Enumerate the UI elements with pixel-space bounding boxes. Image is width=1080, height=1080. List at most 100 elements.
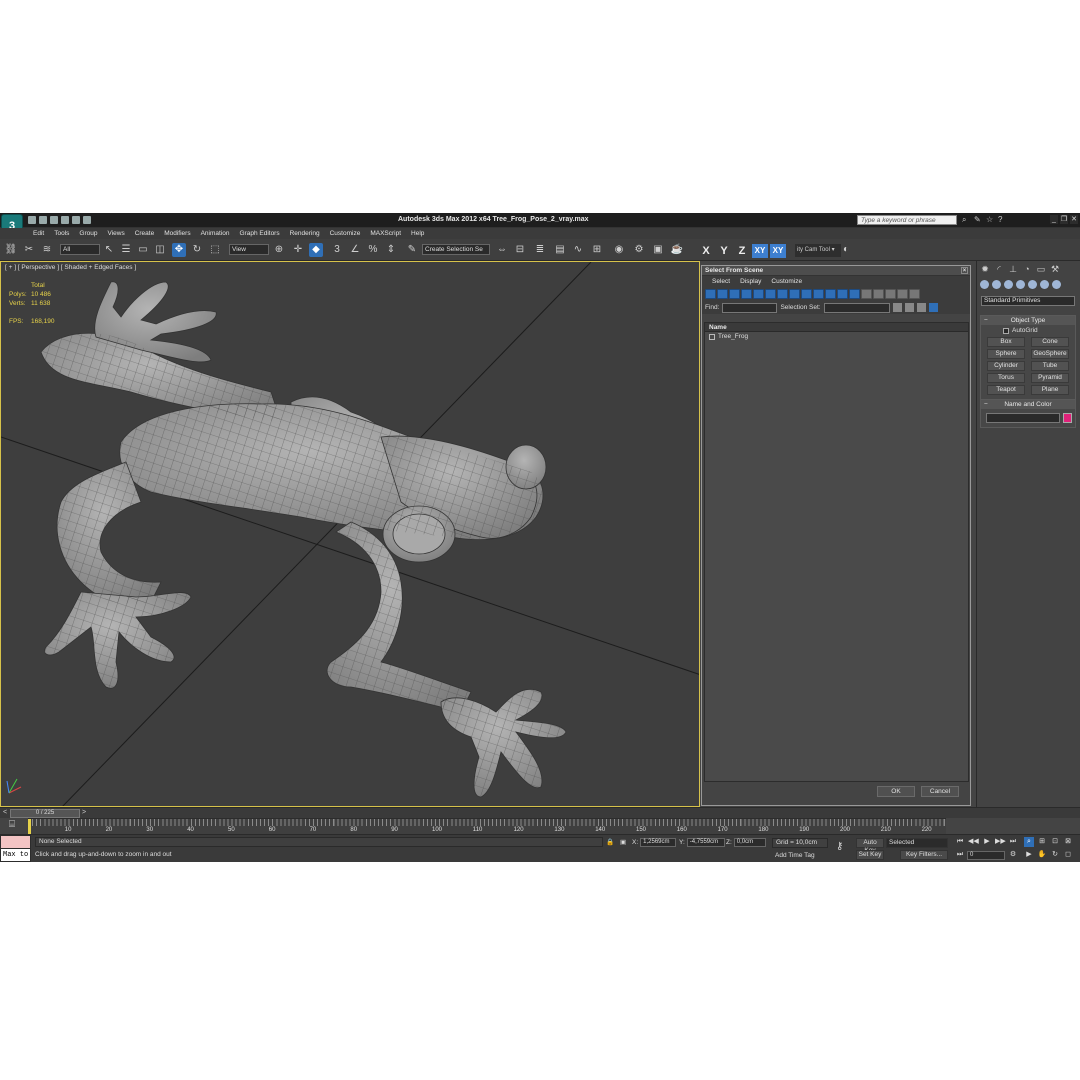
undo-icon[interactable] xyxy=(61,216,69,224)
save-file-icon[interactable] xyxy=(50,216,58,224)
display-shapes-icon[interactable] xyxy=(717,289,728,299)
shapes-icon[interactable] xyxy=(992,280,1001,289)
percent-snap-icon[interactable]: % xyxy=(366,243,380,257)
menu-graph-editors[interactable]: Graph Editors xyxy=(235,228,285,239)
restrict-xy-button[interactable]: XY xyxy=(752,244,768,258)
vray-icon[interactable]: ◐ xyxy=(839,243,853,257)
key-mode-toggle-icon[interactable]: ⏭ xyxy=(955,850,965,860)
ok-button[interactable]: OK xyxy=(877,786,915,797)
dialog-menu-select[interactable]: Select xyxy=(712,276,730,287)
redo-icon[interactable] xyxy=(72,216,80,224)
display-hidden-icon[interactable] xyxy=(837,289,848,299)
name-and-color-rollout-header[interactable]: − Name and Color xyxy=(981,400,1075,409)
current-frame-marker[interactable] xyxy=(28,819,31,835)
key-set-dropdown[interactable]: Selected xyxy=(886,838,948,848)
x-coordinate-field[interactable]: 1,2569cm xyxy=(640,838,677,847)
mini-curve-editor-icon[interactable]: ⌸ xyxy=(3,819,21,833)
cameras-icon[interactable] xyxy=(1016,280,1025,289)
restrict-x-button[interactable]: X xyxy=(698,244,714,258)
scene-object-list[interactable]: Name Tree_Frog xyxy=(704,322,969,782)
named-selection-set-dropdown[interactable]: Create Selection Se xyxy=(422,244,490,255)
select-move-icon[interactable]: ✥ xyxy=(172,243,186,257)
set-key-button[interactable]: Set Key xyxy=(856,850,884,860)
teapot-button[interactable]: Teapot xyxy=(987,385,1025,395)
angle-snap-icon[interactable]: ∠ xyxy=(348,243,362,257)
zoom-extents-all-icon[interactable]: ⊠ xyxy=(1063,837,1073,847)
rendered-frame-window-icon[interactable]: ▣ xyxy=(651,243,665,257)
play-icon[interactable]: ▶ xyxy=(982,837,992,847)
find-input[interactable] xyxy=(722,302,778,313)
restrict-plane-button[interactable]: XY xyxy=(770,244,786,258)
time-configuration-icon[interactable]: ⚙ xyxy=(1008,850,1018,860)
motion-tab-icon[interactable]: ◔ xyxy=(1022,264,1032,274)
cone-button[interactable]: Cone xyxy=(1031,337,1069,347)
utilities-tab-icon[interactable]: ⚒ xyxy=(1050,264,1060,274)
modify-tab-icon[interactable]: ◜ xyxy=(994,264,1004,274)
bind-space-warp-icon[interactable]: ≋ xyxy=(40,243,54,257)
menu-animation[interactable]: Animation xyxy=(196,228,235,239)
time-slider-thumb[interactable]: 0 / 225 xyxy=(10,809,80,818)
track-bar[interactable]: 10 20 30 40 50 60 70 80 90 100 110 120 130 140 150 160 1… xyxy=(28,818,946,835)
display-all-icon[interactable] xyxy=(849,289,860,299)
key-mode-icon[interactable]: ⚷ xyxy=(836,841,843,852)
key-filters-button[interactable]: Key Filters... xyxy=(900,850,948,860)
select-invert-icon[interactable] xyxy=(885,289,896,299)
z-coordinate-field[interactable]: 0,0cm xyxy=(733,838,766,847)
menu-edit[interactable]: Edit xyxy=(28,228,49,239)
menu-create[interactable]: Create xyxy=(130,228,160,239)
object-category-dropdown[interactable]: Standard Primitives xyxy=(981,296,1075,306)
menu-maxscript[interactable]: MAXScript xyxy=(365,228,406,239)
reference-coordinate-dropdown[interactable]: View xyxy=(229,244,269,255)
object-type-rollout-header[interactable]: − Object Type xyxy=(981,316,1075,325)
add-time-tag[interactable]: Add Time Tag xyxy=(775,852,815,859)
pan-view-icon[interactable]: ✋ xyxy=(1037,850,1047,860)
select-all-icon[interactable] xyxy=(861,289,872,299)
go-to-start-icon[interactable]: ⏮ xyxy=(955,837,965,847)
go-to-end-icon[interactable]: ⏭ xyxy=(1008,837,1018,847)
help-icon[interactable]: ? xyxy=(998,216,1006,224)
select-rotate-icon[interactable]: ↻ xyxy=(190,243,204,257)
zoom-all-icon[interactable]: ⊞ xyxy=(1037,837,1047,847)
time-slider[interactable]: < 0 / 225 > xyxy=(0,807,1080,818)
torus-button[interactable]: Torus xyxy=(987,373,1025,383)
geometry-icon[interactable] xyxy=(980,280,989,289)
graphite-ribbon-icon[interactable]: ▤ xyxy=(553,243,567,257)
pivot-center-icon[interactable]: ⊕ xyxy=(272,243,286,257)
select-object-icon[interactable]: ↖ xyxy=(102,243,116,257)
space-warps-icon[interactable] xyxy=(1040,280,1049,289)
display-space-warps-icon[interactable] xyxy=(765,289,776,299)
restrict-z-button[interactable]: Z xyxy=(734,244,750,258)
y-coordinate-field[interactable]: -4,7559cm xyxy=(686,838,725,847)
box-button[interactable]: Box xyxy=(987,337,1025,347)
dialog-extra-icon[interactable] xyxy=(928,303,938,312)
tree-frog-model[interactable] xyxy=(1,262,700,807)
select-by-name-icon[interactable]: ☰ xyxy=(119,243,133,257)
display-xrefs-icon[interactable] xyxy=(789,289,800,299)
dialog-menu-customize[interactable]: Customize xyxy=(771,276,802,287)
previous-frame-icon[interactable]: ◀◀ xyxy=(968,837,979,847)
geosphere-button[interactable]: GeoSphere xyxy=(1031,349,1069,359)
menu-tools[interactable]: Tools xyxy=(49,228,74,239)
hierarchy-tab-icon[interactable]: ⊥ xyxy=(1008,264,1018,274)
hierarchy-icon[interactable] xyxy=(904,303,914,312)
edit-named-selection-icon[interactable]: ✎ xyxy=(405,243,419,257)
selection-set-dropdown[interactable] xyxy=(823,302,890,313)
render-production-icon[interactable]: ☕ xyxy=(670,243,684,257)
link-icon[interactable]: ⛓ xyxy=(4,243,18,257)
keyboard-shortcut-override-icon[interactable]: ◆ xyxy=(309,243,323,257)
render-setup-icon[interactable]: ⚙ xyxy=(632,243,646,257)
favorites-icon[interactable]: ☆ xyxy=(986,216,994,224)
name-column-header[interactable]: Name xyxy=(705,323,968,332)
select-scale-icon[interactable]: ⬚ xyxy=(208,243,222,257)
spinner-snap-icon[interactable]: ⇕ xyxy=(384,243,398,257)
lights-icon[interactable] xyxy=(1004,280,1013,289)
display-groups-icon[interactable] xyxy=(777,289,788,299)
mirror-icon[interactable]: ⇔ xyxy=(495,243,509,257)
zoom-extents-icon[interactable]: ⊡ xyxy=(1050,837,1060,847)
maxscript-output[interactable] xyxy=(1,836,30,848)
schematic-view-icon[interactable]: ⊞ xyxy=(590,243,604,257)
pyramid-button[interactable]: Pyramid xyxy=(1031,373,1069,383)
absolute-mode-icon[interactable]: ▣ xyxy=(620,838,626,846)
display-tab-icon[interactable]: ▭ xyxy=(1036,264,1046,274)
create-tab-icon[interactable]: ✹ xyxy=(980,264,990,274)
